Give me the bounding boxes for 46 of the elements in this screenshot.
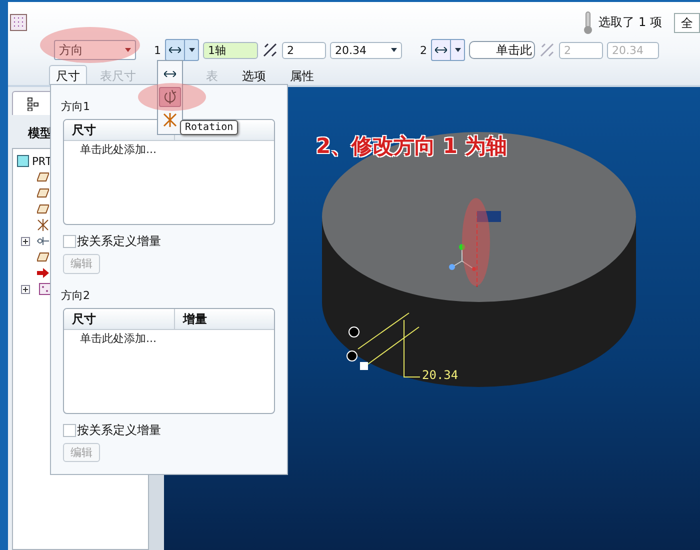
double-arrow-icon — [435, 47, 447, 54]
tree-item[interactable]: PRT — [32, 154, 52, 168]
tab[interactable]: 尺寸 — [49, 65, 87, 85]
insert-arrow-icon — [37, 268, 49, 278]
projection-icon — [162, 112, 178, 128]
column-header: 增量 — [182, 310, 208, 328]
expand-icon[interactable] — [21, 236, 30, 246]
tree-icon — [27, 96, 39, 110]
plane-icon — [37, 172, 49, 182]
selection-status: 选取了 1 项 — [598, 14, 662, 32]
double-arrow-icon — [169, 47, 181, 54]
caret-icon — [125, 48, 131, 52]
expand-icon[interactable] — [21, 284, 30, 294]
scale-icon[interactable] — [262, 42, 278, 58]
plane-icon — [37, 204, 49, 214]
checkbox-label: 按关系定义增量 — [77, 233, 161, 250]
filter-dropdown[interactable]: 全 — [674, 12, 700, 33]
direction-number: 1 — [154, 44, 161, 57]
increment-field[interactable]: 20.34 — [330, 42, 402, 59]
tooltip: Rotation — [180, 120, 238, 135]
dimension-value: 20.34 — [422, 368, 458, 382]
section-title: 方向2 — [61, 288, 91, 302]
caret-icon — [188, 48, 194, 52]
checkbox[interactable] — [63, 235, 76, 248]
type-dropdown[interactable]: 方向 — [54, 40, 136, 60]
part-icon — [17, 155, 29, 167]
pattern-icon — [39, 283, 51, 295]
checkbox[interactable] — [63, 424, 76, 437]
caret-icon — [391, 48, 397, 52]
column-header: 尺寸 — [64, 308, 175, 328]
coordinate-system-icon — [37, 219, 49, 231]
double-arrow-icon — [164, 71, 176, 77]
count-field[interactable]: 2 — [282, 42, 326, 59]
thermometer-icon — [582, 10, 593, 35]
tab[interactable]: 属性 — [283, 65, 321, 85]
caret-icon — [454, 48, 460, 52]
tab[interactable]: 选项 — [235, 65, 273, 85]
reference-field[interactable]: 1轴 — [203, 42, 258, 59]
direction-type-button[interactable] — [165, 39, 199, 62]
rotation-icon — [163, 89, 177, 105]
section-title: 方向1 — [61, 99, 91, 114]
plane-icon — [37, 252, 49, 262]
plane-icon — [37, 188, 49, 198]
pattern-app-icon[interactable] — [10, 14, 27, 32]
direction-number: 2 — [420, 44, 427, 57]
checkbox-label: 按关系定义增量 — [77, 422, 161, 439]
